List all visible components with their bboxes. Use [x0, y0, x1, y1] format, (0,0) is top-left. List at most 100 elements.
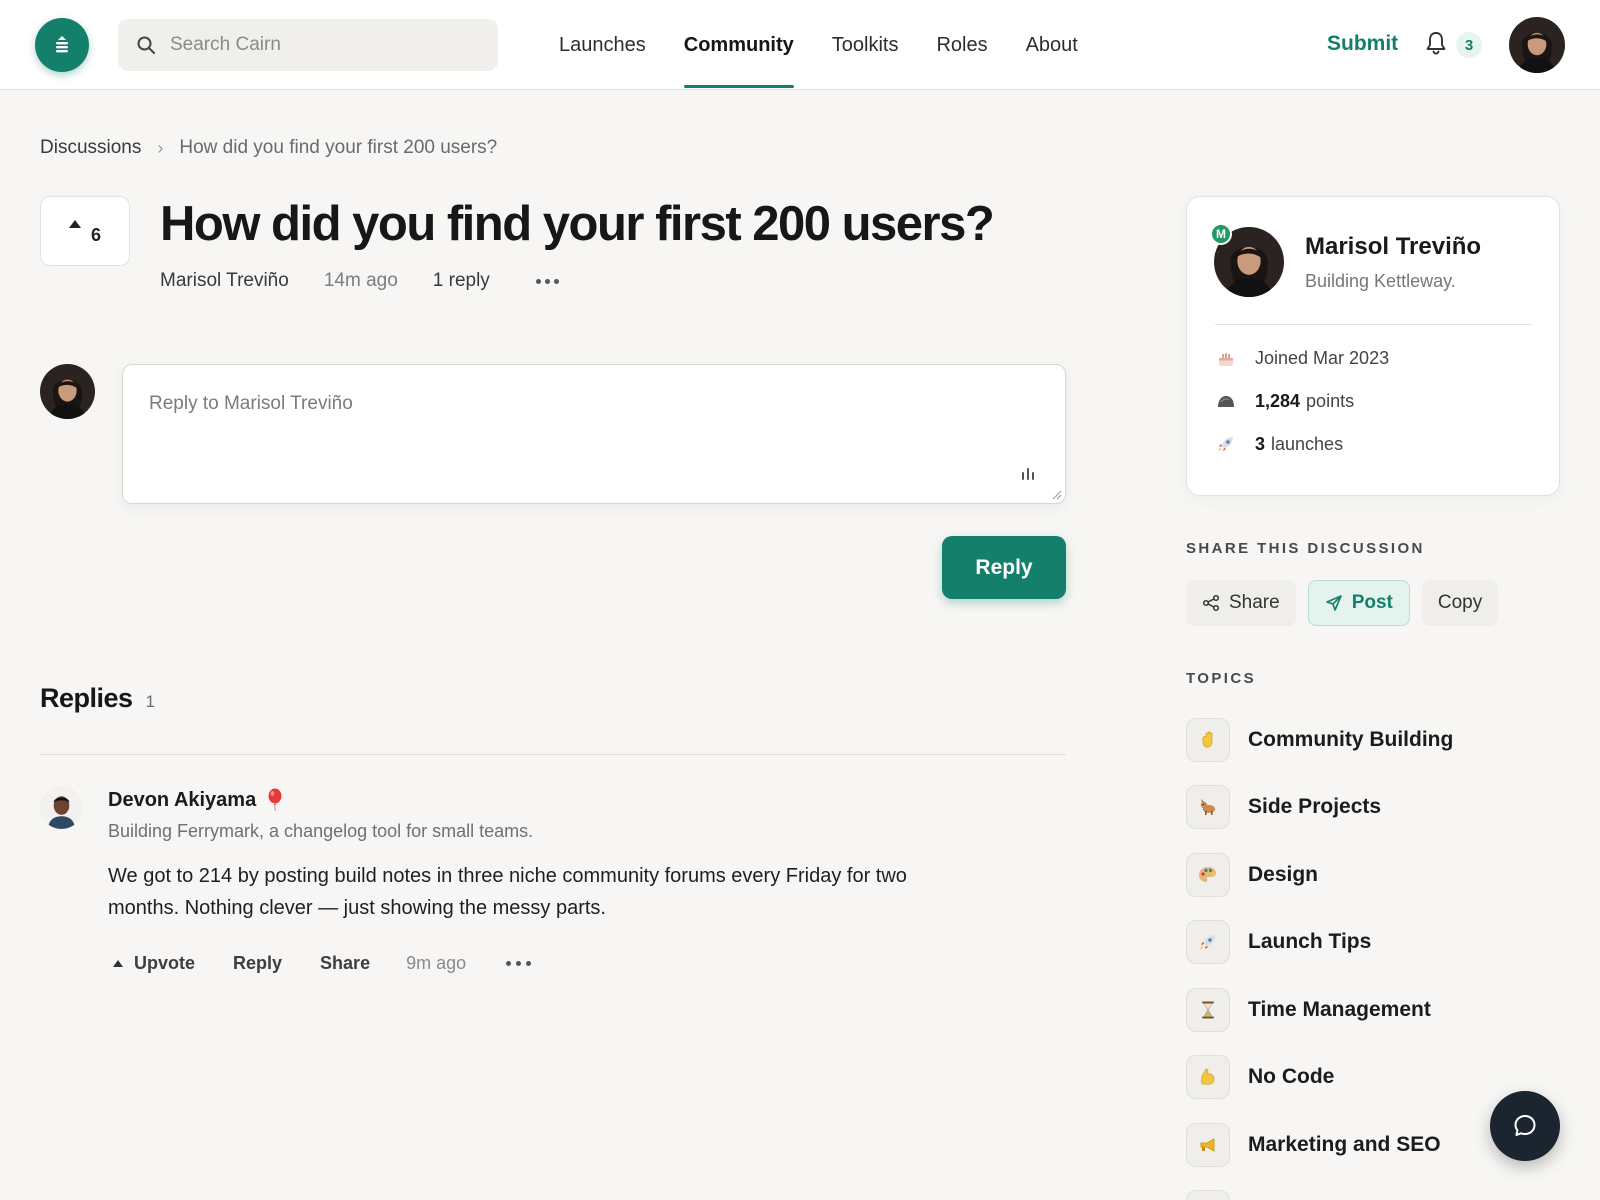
topics-section-label: TOPICS — [1186, 670, 1256, 687]
bar-chart-icon[interactable] — [1019, 465, 1037, 481]
profile-joined: Joined Mar 2023 — [1215, 347, 1389, 369]
reply-actions: Upvote Reply Share 9m ago — [108, 953, 535, 974]
reply-composer — [122, 364, 1066, 504]
author-profile-card: M Marisol Treviño Building Kettleway. Jo… — [1186, 196, 1560, 496]
rocket-icon — [1186, 920, 1230, 964]
birthday-cake-icon — [1219, 353, 1233, 366]
topic-no-code[interactable]: No Code — [1186, 1055, 1334, 1099]
profile-points-value: 1,284 — [1255, 390, 1301, 411]
topic-label: Side Projects — [1248, 795, 1382, 818]
reply-reply-button[interactable]: Reply — [233, 953, 282, 974]
profile-points-label: points — [1306, 390, 1355, 411]
post-upvote-button[interactable]: 6 — [40, 196, 130, 266]
search-input[interactable] — [170, 34, 470, 56]
nav-community[interactable]: Community — [665, 0, 813, 90]
rocket-icon — [1218, 437, 1233, 452]
nav-roles[interactable]: Roles — [917, 0, 1006, 90]
topic-label: Time Management — [1248, 998, 1431, 1021]
member-badge: M — [1210, 223, 1232, 245]
profile-name[interactable]: Marisol Treviño — [1305, 233, 1481, 261]
search-icon — [137, 36, 155, 54]
breadcrumb: Discussions › How did you find your firs… — [40, 137, 497, 159]
chat-button[interactable] — [1490, 1091, 1560, 1161]
chat-bubble-icon — [1514, 1115, 1536, 1136]
copy-button[interactable]: Copy — [1421, 580, 1499, 626]
divider — [1215, 324, 1533, 325]
reply-upvote-button[interactable]: Upvote — [108, 953, 195, 974]
profile-bio: Building Kettleway. — [1305, 271, 1456, 291]
topic-label: Launch Tips — [1248, 930, 1372, 953]
breadcrumb-discussions-link[interactable]: Discussions — [40, 137, 141, 159]
post-meta: Marisol Treviño 14m ago 1 reply — [160, 270, 563, 292]
topic-design[interactable]: Design — [1186, 853, 1318, 897]
post-author-link[interactable]: Marisol Treviño — [160, 270, 289, 292]
nav-launches[interactable]: Launches — [540, 0, 665, 90]
megaphone-icon — [1186, 1123, 1230, 1167]
divider — [40, 754, 1066, 755]
composer-avatar — [40, 364, 95, 419]
share-buttons: Share Post Copy — [1186, 580, 1499, 626]
upvote-arrow-icon — [68, 220, 81, 228]
topic-label: Community Building — [1248, 728, 1454, 751]
post-vote-count: 6 — [90, 224, 101, 245]
reply-share-button[interactable]: Share — [320, 953, 370, 974]
topic-side-projects[interactable]: Side Projects — [1186, 785, 1381, 829]
topic-label: Design — [1248, 863, 1319, 886]
nav-about[interactable]: About — [1007, 0, 1097, 90]
profile-launches-value: 3 — [1255, 433, 1266, 454]
reply-author-avatar[interactable] — [40, 786, 83, 829]
notification-count-badge[interactable]: 3 — [1456, 32, 1482, 58]
user-avatar[interactable] — [1509, 17, 1565, 73]
main-nav: Launches Community Toolkits Roles About — [540, 0, 1097, 90]
flexed-arm-icon — [1186, 1055, 1230, 1099]
topic-icon — [1186, 1190, 1230, 1200]
rock-icon — [1218, 396, 1234, 407]
reply-body: We got to 214 by posting build notes in … — [108, 865, 907, 919]
reply-upvote-label: Upvote — [134, 953, 196, 973]
resize-handle-icon[interactable] — [1052, 490, 1062, 500]
more-options-icon[interactable] — [502, 957, 535, 970]
balloon-icon — [268, 788, 282, 812]
post-timestamp: 14m ago — [323, 270, 398, 291]
search-bar[interactable] — [118, 19, 498, 71]
dog-icon — [1186, 785, 1230, 829]
upvote-arrow-icon — [113, 960, 123, 967]
reply-textarea[interactable] — [123, 365, 1065, 503]
topic-label: No Code — [1248, 1065, 1335, 1088]
hourglass-icon — [1186, 988, 1230, 1032]
profile-launches-label: launches — [1271, 433, 1344, 454]
post-button[interactable]: Post — [1307, 580, 1410, 626]
replies-header: Replies 1 — [40, 683, 155, 714]
share-button[interactable]: Share — [1186, 580, 1296, 626]
breadcrumb-current: How did you find your first 200 users? — [179, 137, 498, 158]
topic-launch-tips[interactable]: Launch Tips — [1186, 920, 1371, 964]
replies-title: Replies — [40, 683, 133, 713]
page-title: How did you find your first 200 users? — [160, 197, 995, 251]
profile-joined-text: Joined Mar 2023 — [1255, 347, 1390, 368]
profile-points: 1,284 points — [1215, 390, 1354, 412]
waving-hand-icon — [1186, 718, 1230, 762]
topic-next[interactable] — [1186, 1190, 1248, 1200]
top-navigation-bar: Launches Community Toolkits Roles About … — [0, 0, 1600, 90]
post-reply-count[interactable]: 1 reply — [433, 270, 490, 292]
replies-count: 1 — [145, 692, 156, 711]
topic-community-building[interactable]: Community Building — [1186, 718, 1453, 762]
reply-submit-button[interactable]: Reply — [942, 536, 1066, 599]
share-nodes-icon — [1202, 594, 1220, 612]
profile-launches: 3 launches — [1215, 433, 1343, 455]
share-section-label: SHARE THIS DISCUSSION — [1186, 540, 1425, 557]
submit-link[interactable]: Submit — [1327, 32, 1398, 56]
post-button-label: Post — [1351, 592, 1393, 613]
topic-time-management[interactable]: Time Management — [1186, 988, 1431, 1032]
cairn-logo-icon[interactable] — [35, 18, 89, 72]
reply-author-bio: Building Ferrymark, a changelog tool for… — [108, 821, 534, 841]
bell-icon[interactable] — [1424, 30, 1448, 56]
chevron-right-icon: › — [157, 137, 164, 158]
send-icon — [1325, 595, 1342, 611]
nav-toolkits[interactable]: Toolkits — [813, 0, 918, 90]
reply-timestamp: 9m ago — [406, 953, 467, 973]
reply-author-name[interactable]: Devon Akiyama — [108, 789, 256, 812]
topic-marketing-seo[interactable]: Marketing and SEO — [1186, 1123, 1441, 1167]
palette-icon — [1186, 853, 1230, 897]
more-options-icon[interactable] — [532, 275, 563, 288]
